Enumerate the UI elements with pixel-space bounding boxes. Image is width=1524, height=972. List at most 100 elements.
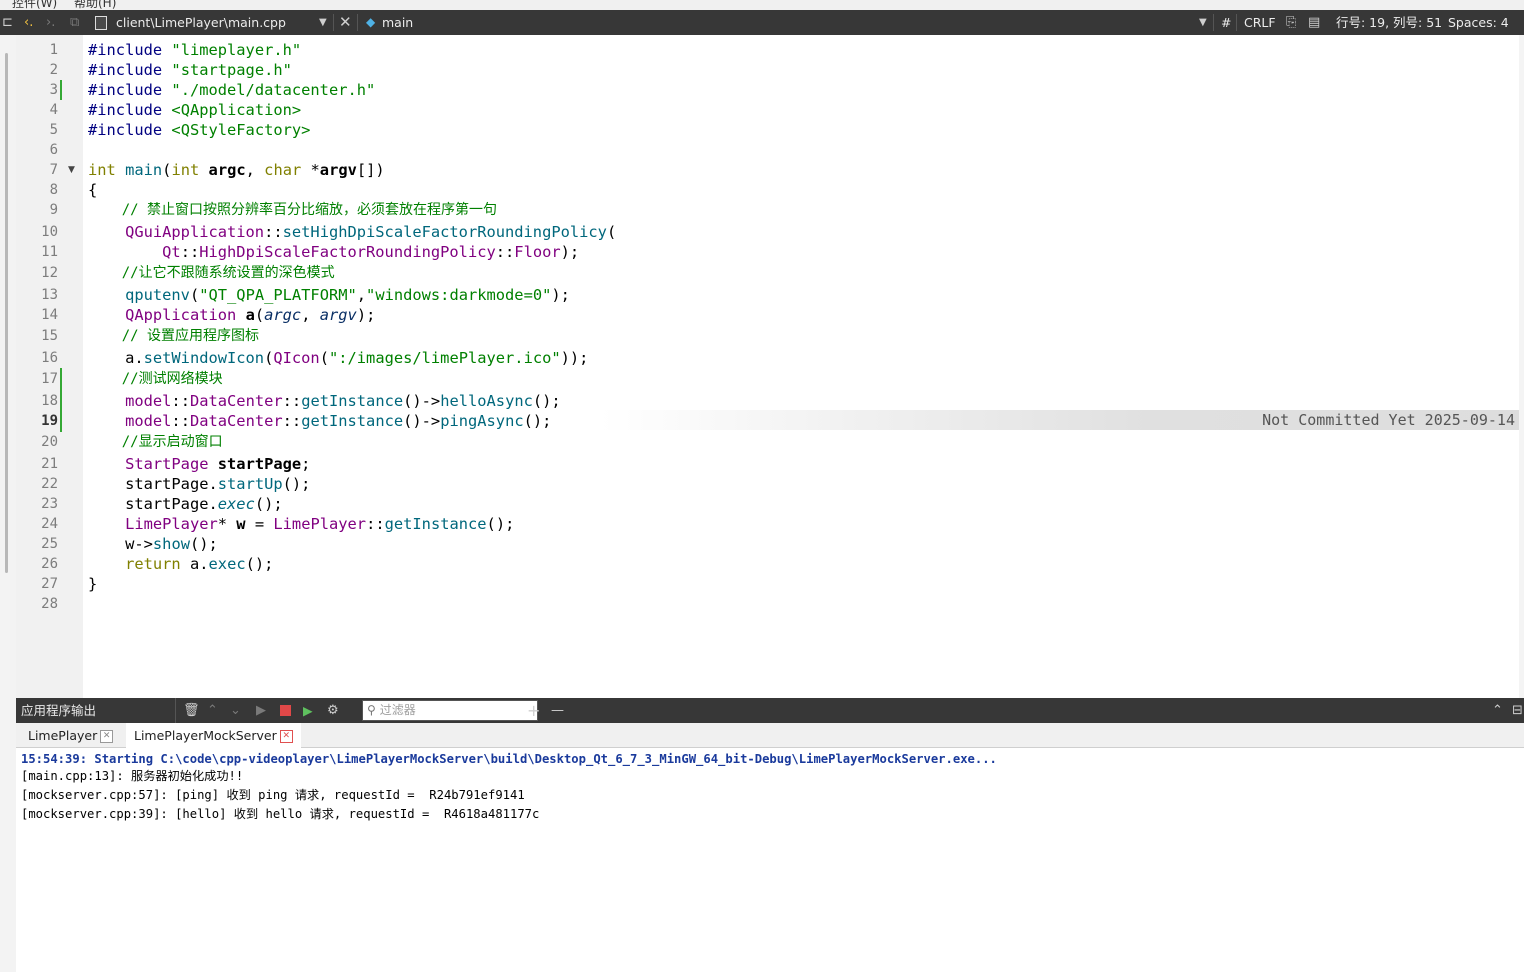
code-line-15[interactable]: // 设置应用程序图标 — [88, 326, 259, 346]
output-line: [main.cpp:13]: 服务器初始化成功!! — [21, 769, 244, 783]
line-number: 1 — [49, 42, 58, 58]
editor-toolbar: ⊏ ‹. ›. ⧉ client\LimePlayer\main.cpp ▼ ✕… — [0, 10, 1524, 35]
tab-limeplayer[interactable]: LimePlayer ✕ — [20, 723, 121, 748]
git-blame-annotation: Not Committed Yet 2025-09-14 — [600, 410, 1519, 430]
line-number: 12 — [41, 265, 58, 281]
cursor-position[interactable]: 行号: 19, 列号: 51 — [1336, 10, 1442, 35]
output-line: [mockserver.cpp:57]: [ping] 收到 ping 请求, … — [21, 788, 525, 802]
back-icon[interactable]: ‹. — [24, 10, 33, 35]
code-line-13[interactable]: qputenv("QT_QPA_PLATFORM","windows:darkm… — [88, 285, 570, 305]
line-number: 27 — [41, 576, 58, 592]
code-line-19[interactable]: model::DataCenter::getInstance()->pingAs… — [88, 411, 551, 431]
code-line-14[interactable]: QApplication a(argc, argv); — [88, 305, 375, 325]
indent-setting[interactable]: Spaces: 4 — [1448, 10, 1509, 35]
line-number: 26 — [41, 556, 58, 572]
line-number: 2 — [49, 62, 58, 78]
close-pane-icon[interactable]: ⊟ — [1512, 698, 1523, 723]
filter-input[interactable]: ⚲ 过滤器 — [362, 700, 538, 721]
line-number: 16 — [41, 350, 58, 366]
code-line-9[interactable]: // 禁止窗口按照分辨率百分比缩放，必须套放在程序第一句 — [88, 200, 497, 220]
editor-scrollbar[interactable] — [1519, 35, 1524, 698]
search-icon: ⚲ — [367, 703, 376, 717]
code-line-17[interactable]: //测试网络模块 — [88, 369, 223, 389]
vcs-change-marker — [60, 368, 62, 432]
fold-arrow-icon[interactable]: ▼ — [68, 165, 75, 175]
clear-output-icon[interactable]: 🗑 — [183, 698, 200, 723]
line-ending-selector[interactable]: CRLF — [1244, 10, 1276, 35]
code-line-22[interactable]: startPage.startUp(); — [88, 474, 310, 494]
hash-indicator[interactable]: # — [1221, 10, 1231, 35]
line-number: 24 — [41, 516, 58, 532]
code-line-20[interactable]: //显示启动窗口 — [88, 432, 223, 452]
line-number: 7 — [49, 162, 58, 178]
line-number: 10 — [41, 224, 58, 240]
file-path-selector[interactable]: client\LimePlayer\main.cpp — [116, 10, 286, 35]
line-number: 19 — [41, 413, 58, 429]
outline-icon[interactable]: ▤ — [1308, 10, 1320, 35]
code-line-7[interactable]: int main(int argc, char *argv[]) — [88, 160, 385, 180]
symbol-selector[interactable]: main — [382, 10, 413, 35]
code-line-2[interactable]: #include "startpage.h" — [88, 60, 292, 80]
application-output[interactable]: 15:54:39: Starting C:\code\cpp-videoplay… — [16, 748, 1518, 972]
line-number: 25 — [41, 536, 58, 552]
line-number: 28 — [41, 596, 58, 612]
toggle-sidebar-icon[interactable]: ⊏ — [2, 10, 13, 35]
zoom-in-button[interactable]: + — [527, 698, 540, 723]
encoding-icon[interactable]: ⎘ — [1286, 10, 1296, 35]
line-number: 22 — [41, 476, 58, 492]
code-line-8[interactable]: { — [88, 180, 97, 200]
close-tab-icon[interactable]: ✕ — [279, 730, 293, 743]
scroll-up-icon[interactable]: ⌃ — [207, 698, 218, 723]
close-document-icon[interactable]: ✕ — [339, 10, 352, 35]
scroll-down-icon[interactable]: ⌄ — [230, 698, 241, 723]
symbol-dropdown-chevron-icon[interactable]: ▼ — [1199, 10, 1207, 35]
stop-icon[interactable] — [280, 705, 291, 716]
file-dropdown-chevron-icon[interactable]: ▼ — [319, 10, 327, 35]
code-line-12[interactable]: //让它不跟随系统设置的深色模式 — [88, 263, 335, 283]
lock-icon: ⧉ — [70, 15, 80, 30]
code-line-24[interactable]: LimePlayer* w = LimePlayer::getInstance(… — [88, 514, 514, 534]
code-line-18[interactable]: model::DataCenter::getInstance()->helloA… — [88, 391, 561, 411]
code-line-21[interactable]: StartPage startPage; — [88, 454, 310, 474]
line-number: 4 — [49, 102, 58, 118]
code-line-23[interactable]: startPage.exec(); — [88, 494, 283, 514]
line-number: 11 — [41, 244, 58, 260]
rerun-icon[interactable]: ▶ — [256, 698, 266, 723]
output-pane-toolbar: 应用程序输出 🗑 ⌃ ⌄ ▶ ▶ ⚙ ⚲ 过滤器 + — ⌃ ⊟ — [16, 698, 1524, 723]
line-number: 3 — [49, 82, 58, 98]
code-line-1[interactable]: #include "limeplayer.h" — [88, 40, 301, 60]
line-number: 20 — [41, 434, 58, 450]
code-line-27[interactable]: } — [88, 574, 97, 594]
line-number: 13 — [41, 287, 58, 303]
line-number: 5 — [49, 122, 58, 138]
symbol-icon: ◆ — [366, 15, 376, 29]
close-tab-icon[interactable]: ✕ — [100, 730, 114, 743]
attach-debugger-icon[interactable]: ▶ — [303, 698, 313, 723]
menu-item-help[interactable]: 帮助(H) — [74, 0, 116, 10]
output-tabs: LimePlayer ✕ LimePlayerMockServer ✕ — [16, 723, 1524, 748]
left-strip — [0, 35, 17, 972]
line-number: 21 — [41, 456, 58, 472]
code-line-10[interactable]: QGuiApplication::setHighDpiScaleFactorRo… — [88, 222, 616, 242]
code-line-25[interactable]: w->show(); — [88, 534, 218, 554]
code-line-11[interactable]: Qt::HighDpiScaleFactorRoundingPolicy::Fl… — [88, 242, 579, 262]
menu-bar: 控件(W) 帮助(H) — [0, 0, 1524, 10]
line-number: 18 — [41, 393, 58, 409]
forward-icon[interactable]: ›. — [46, 10, 55, 35]
code-line-5[interactable]: #include <QStyleFactory> — [88, 120, 310, 140]
line-number: 15 — [41, 328, 58, 344]
code-line-4[interactable]: #include <QApplication> — [88, 100, 301, 120]
maximize-pane-icon[interactable]: ⌃ — [1492, 698, 1503, 723]
line-number: 23 — [41, 496, 58, 512]
code-line-16[interactable]: a.setWindowIcon(QIcon(":/images/limePlay… — [88, 348, 588, 368]
code-line-3[interactable]: #include "./model/datacenter.h" — [88, 80, 375, 100]
vcs-change-marker — [60, 80, 62, 100]
code-line-26[interactable]: return a.exec(); — [88, 554, 273, 574]
zoom-out-button[interactable]: — — [551, 698, 564, 723]
line-number: 6 — [49, 142, 58, 158]
tab-limeplayer-mockserver[interactable]: LimePlayerMockServer ✕ — [126, 723, 301, 748]
settings-gear-icon[interactable]: ⚙ — [327, 698, 339, 723]
menu-item-controls[interactable]: 控件(W) — [12, 0, 57, 10]
output-line: [mockserver.cpp:39]: [hello] 收到 hello 请求… — [21, 807, 540, 821]
document-icon — [95, 16, 107, 30]
